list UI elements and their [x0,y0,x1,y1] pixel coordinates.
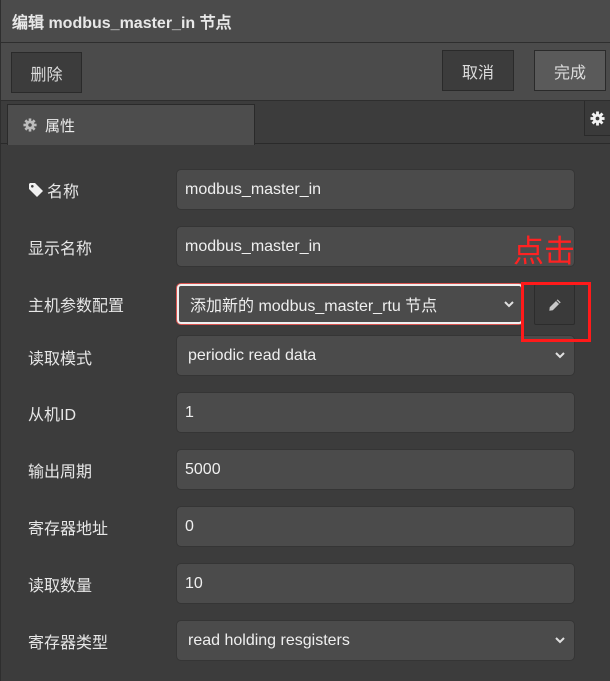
name-label-text: 名称 [47,184,80,201]
slave-id-label: 从机ID [28,407,77,424]
register-type-label: 寄存器类型 [28,635,109,652]
read-mode-label: 读取模式 [28,351,93,368]
chevron-down-icon [503,298,515,310]
tab-properties-label: 属性 [45,117,76,135]
output-period-input-value: 5000 [185,460,221,478]
master-config-select[interactable]: 添加新的 modbus_master_rtu 节点 [177,284,523,324]
cancel-button[interactable]: 取消 [442,50,514,91]
tab-properties[interactable]: 属性 [7,104,255,145]
output-period-label: 输出周期 [28,464,93,481]
display-name-input-value: modbus_master_in [185,237,322,255]
read-mode-select-value: periodic read data [188,346,317,364]
register-address-label: 寄存器地址 [28,521,109,538]
register-type-select-value: read holding resgisters [188,631,350,649]
side-settings-button[interactable] [584,101,610,136]
slave-id-input[interactable]: 1 [176,392,575,433]
annotation-text: 点击 [513,234,575,270]
chevron-down-icon [554,349,566,361]
tab-bar: 属性 [0,101,610,145]
done-button[interactable]: 完成 [534,50,606,91]
display-name-label: 显示名称 [28,241,93,258]
dialog-title: 编辑 modbus_master_in 节点 [0,0,610,43]
read-count-input-value: 10 [185,574,203,592]
slave-id-input-value: 1 [185,403,194,421]
register-address-input[interactable]: 0 [176,506,575,547]
tag-icon [28,182,44,198]
register-address-input-value: 0 [185,517,194,535]
read-count-label: 读取数量 [28,578,93,595]
name-label: 名称 [28,178,79,202]
master-config-label: 主机参数配置 [28,298,125,315]
master-config-select-value: 添加新的 modbus_master_rtu 节点 [190,298,438,315]
delete-button[interactable]: 删除 [11,52,82,93]
gear-icon [23,118,37,132]
dialog-title-text: 编辑 modbus_master_in 节点 [12,15,232,32]
name-input-value: modbus_master_in [185,180,322,198]
read-count-input[interactable]: 10 [176,563,575,604]
name-input[interactable]: modbus_master_in [176,169,575,210]
output-period-input[interactable]: 5000 [176,449,575,490]
chevron-down-icon [554,634,566,646]
gear-icon [590,110,605,126]
annotation-highlight-box [521,282,591,342]
properties-form: 名称 modbus_master_in 显示名称 modbus_master_i… [0,144,610,681]
read-mode-select[interactable]: periodic read data [176,335,575,376]
dialog-toolbar: 删除 取消 完成 [0,43,610,101]
register-type-select[interactable]: read holding resgisters [176,620,575,661]
